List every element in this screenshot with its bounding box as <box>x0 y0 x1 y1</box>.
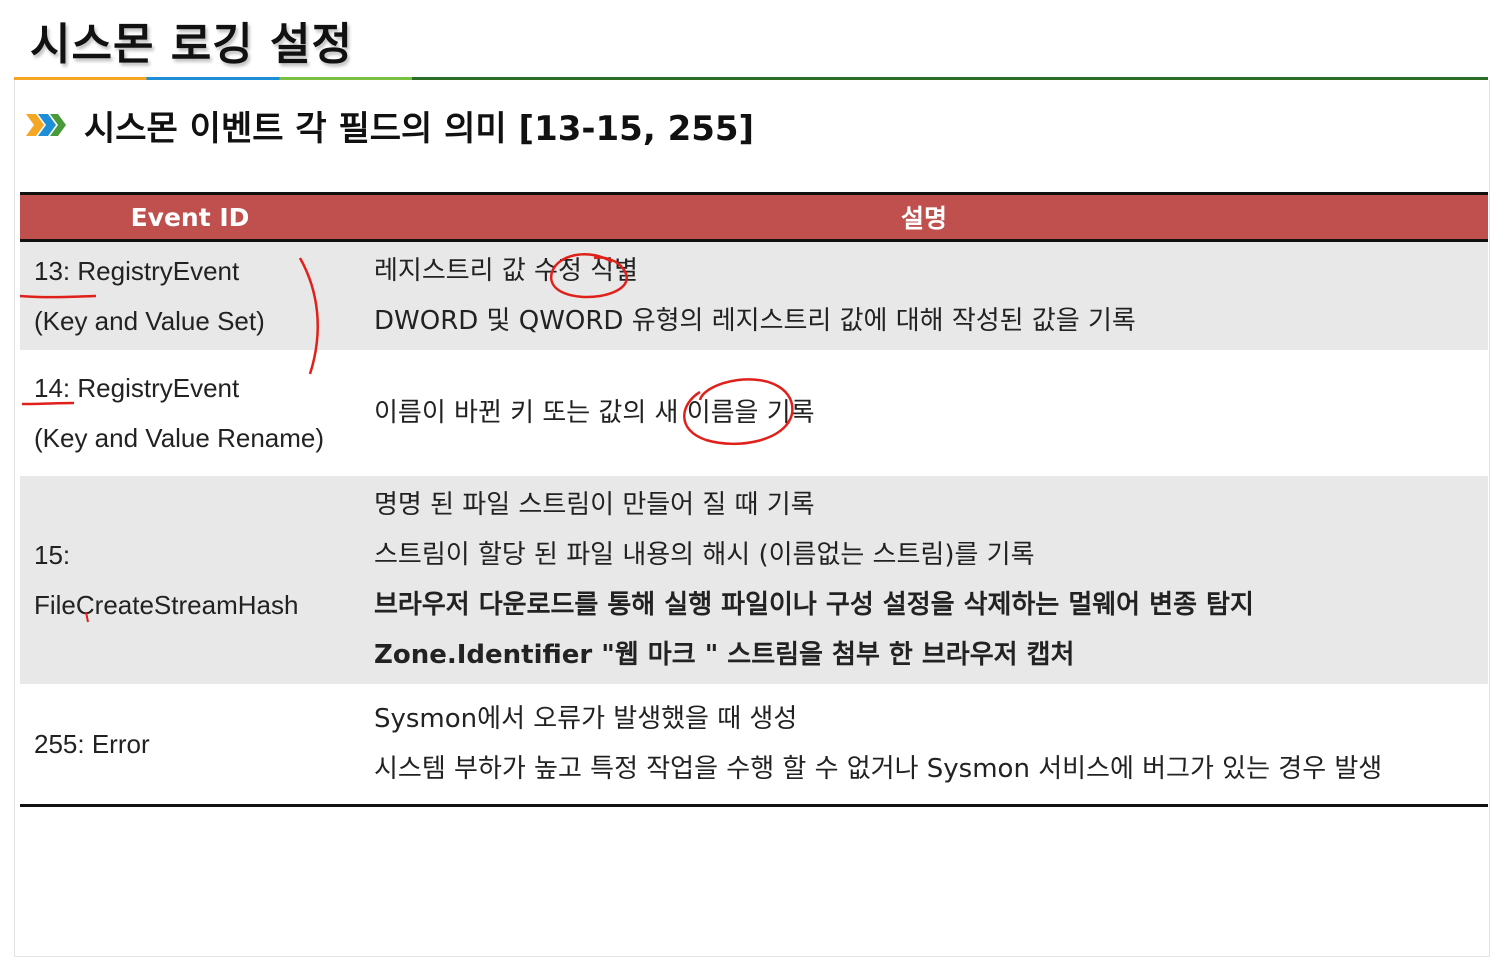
event-id-line: 255: Error <box>34 729 150 759</box>
description-line: 명명 된 파일 스트림이 만들어 질 때 기록 <box>374 490 815 520</box>
title-divider <box>14 77 1488 80</box>
description-line-emphasis: Zone.Identifier "웹 마크 " 스트림을 첨부 한 브라우저 캡… <box>374 640 1075 670</box>
description-cell: 레지스트리 값 수정 식별 DWORD 및 QWORD 유형의 레지스트리 값에… <box>374 242 1488 350</box>
event-id-line: 13: RegistryEvent <box>34 256 240 286</box>
description-line-emphasis: 브라우저 다운로드를 통해 실행 파일이나 구성 설정을 삭제하는 멀웨어 변종… <box>374 590 1254 620</box>
slide: 시스몬 로깅 설정 시스몬 이벤트 각 필드의 의미 [13-15, 255] … <box>0 0 1498 964</box>
description-line: 스트림이 할당 된 파일 내용의 해시 (이름없는 스트림)를 기록 <box>374 540 1035 570</box>
table-row-event-255: 255: Error Sysmon에서 오류가 발생했을 때 생성 시스템 부하… <box>20 684 1488 804</box>
header-description: 설명 <box>900 204 947 233</box>
event-id-subtitle: (Key and Value Rename) <box>34 423 325 453</box>
event-id-subtitle: (Key and Value Set) <box>34 306 265 336</box>
section-heading: 시스몬 이벤트 각 필드의 의미 [13-15, 255] <box>26 100 754 150</box>
description-cell: Sysmon에서 오류가 발생했을 때 생성 시스템 부하가 높고 특정 작업을… <box>374 684 1488 804</box>
table-row-event-14: 14: RegistryEvent (Key and Value Rename)… <box>20 350 1488 476</box>
event-id-cell: 255: Error <box>20 684 374 804</box>
table-header-row: Event ID 설명 <box>20 195 1488 242</box>
section-title: 시스몬 이벤트 각 필드의 의미 [13-15, 255] <box>84 108 755 149</box>
table-row-event-13: 13: RegistryEvent (Key and Value Set) 레지… <box>20 242 1488 350</box>
description-line: DWORD 및 QWORD 유형의 레지스트리 값에 대해 작성된 값을 기록 <box>374 306 1136 336</box>
description-cell: 명명 된 파일 스트림이 만들어 질 때 기록 스트림이 할당 된 파일 내용의… <box>374 476 1488 684</box>
description-line: 레지스트리 값 수정 식별 <box>374 256 638 286</box>
event-id-cell: 14: RegistryEvent (Key and Value Rename) <box>20 350 374 476</box>
table-row-event-15: 15: FileCreateStreamHash 명명 된 파일 스트림이 만들… <box>20 476 1488 684</box>
event-id-line: 14: RegistryEvent <box>34 373 240 403</box>
page-title: 시스몬 로깅 설정 <box>30 19 353 70</box>
header-event-id: Event ID <box>130 202 250 232</box>
description-line: 시스템 부하가 높고 특정 작업을 수행 할 수 없거나 Sysmon 서비스에… <box>374 754 1383 784</box>
event-id-subtitle: FileCreateStreamHash <box>34 590 299 620</box>
event-fields-table: Event ID 설명 13: RegistryEvent (Key and V… <box>20 192 1488 807</box>
chevron-bullet-icon <box>26 114 66 136</box>
event-id-cell: 13: RegistryEvent (Key and Value Set) <box>20 242 374 350</box>
event-id-line: 15: <box>34 540 71 570</box>
description-cell: 이름이 바뀐 키 또는 값의 새 이름을 기록 <box>374 350 1488 476</box>
event-id-cell: 15: FileCreateStreamHash <box>20 476 374 684</box>
description-line: Sysmon에서 오류가 발생했을 때 생성 <box>374 704 798 734</box>
description-line: 이름이 바뀐 키 또는 값의 새 이름을 기록 <box>374 398 815 428</box>
